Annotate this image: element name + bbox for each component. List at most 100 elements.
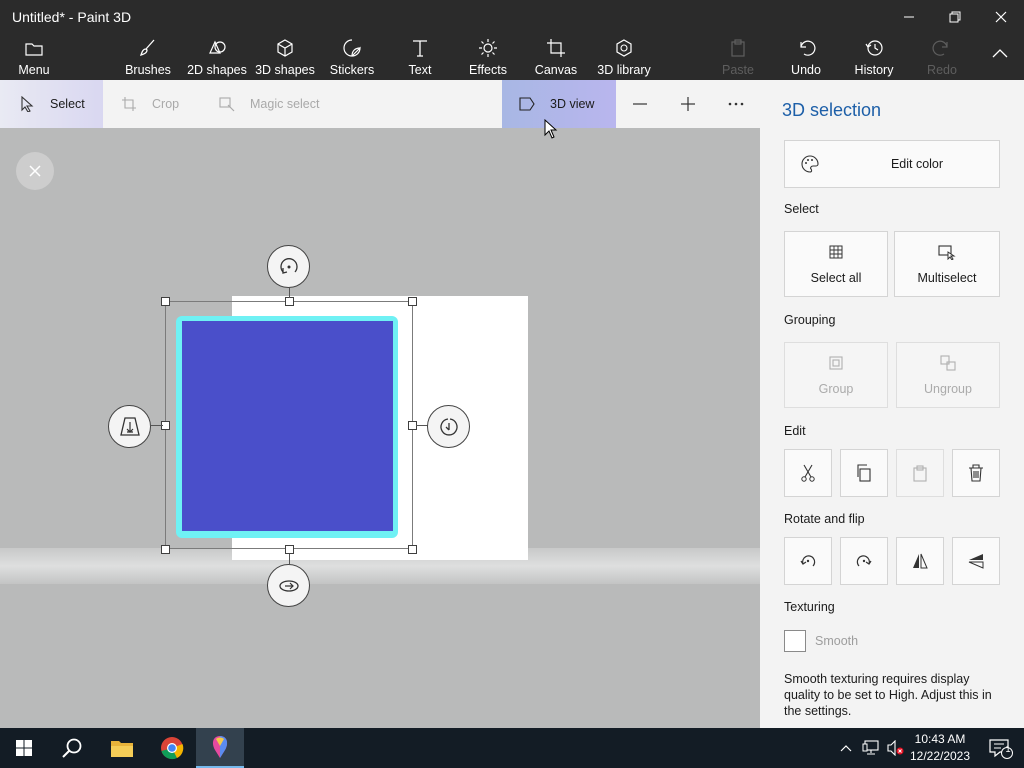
clock-date: 12/22/2023 — [909, 749, 971, 763]
panel-title: 3D selection — [782, 100, 882, 120]
rotate-vertical-icon — [439, 417, 458, 436]
library-3d-button[interactable]: 3D library — [596, 34, 652, 80]
crop-tool[interactable]: Crop — [120, 80, 200, 128]
paint-3d-icon — [212, 736, 228, 758]
redo-button[interactable]: Redo — [924, 34, 960, 80]
zoom-in-button[interactable] — [676, 80, 700, 128]
shapes-2d-label: 2D shapes — [187, 63, 247, 77]
ungroup-icon — [939, 354, 957, 372]
windows-logo-icon — [16, 740, 32, 756]
magic-select-tool[interactable]: Magic select — [218, 80, 338, 128]
notification-count: 1 — [1005, 744, 1011, 754]
edit-color-button[interactable]: Edit color — [784, 140, 1000, 188]
start-button[interactable] — [0, 728, 48, 768]
resize-handle-bottom[interactable] — [285, 545, 294, 554]
select-label: Select — [50, 97, 85, 111]
crop-icon — [120, 95, 138, 113]
edit-color-label: Edit color — [890, 157, 944, 171]
undo-label: Undo — [791, 63, 821, 77]
collapse-ribbon-button[interactable] — [986, 34, 1014, 80]
group-button[interactable]: Group — [784, 342, 888, 408]
select-all-button[interactable]: Select all — [784, 231, 888, 297]
resize-handle-bottom-right[interactable] — [408, 545, 417, 554]
plus-icon — [681, 97, 695, 111]
brushes-button[interactable]: Brushes — [122, 34, 174, 80]
menu-button[interactable]: Menu — [12, 34, 56, 80]
effects-label: Effects — [469, 63, 507, 77]
volume-muted-icon — [887, 740, 904, 756]
rotate-horizontal-icon — [278, 579, 299, 592]
minimize-button[interactable] — [886, 0, 932, 34]
file-explorer-icon — [111, 741, 133, 757]
canvas-button[interactable]: Canvas — [534, 34, 578, 80]
file-explorer-button[interactable] — [98, 728, 146, 768]
search-button[interactable] — [48, 728, 96, 768]
multiselect-button[interactable]: Multiselect — [894, 231, 1000, 297]
paint-3d-taskbar-button[interactable] — [196, 728, 244, 768]
multiselect-label: Multiselect — [917, 271, 977, 285]
stickers-button[interactable]: Stickers — [328, 34, 376, 80]
clipboard-icon — [727, 38, 749, 58]
ungroup-button[interactable]: Ungroup — [896, 342, 1000, 408]
redo-label: Redo — [927, 63, 957, 77]
text-icon — [409, 38, 431, 58]
cut-button[interactable] — [784, 449, 832, 497]
view-3d-toggle[interactable]: 3D view — [502, 80, 616, 128]
flip-horizontal-button[interactable] — [896, 537, 944, 585]
resize-handle-top-right[interactable] — [408, 297, 417, 306]
gizmo-connector-left — [151, 425, 163, 426]
rotate-z-gizmo[interactable] — [267, 245, 310, 288]
smooth-checkbox[interactable] — [784, 630, 806, 652]
sticker-icon — [341, 38, 363, 58]
selection-toolbar: Select Crop Magic select 3D view — [0, 80, 760, 128]
paste-panel-button[interactable] — [896, 449, 944, 497]
texturing-heading: Texturing — [784, 600, 835, 614]
volume-button[interactable] — [884, 728, 908, 768]
show-hidden-icons-button[interactable] — [834, 728, 858, 768]
rotate-right-button[interactable] — [840, 537, 888, 585]
rotate-right-icon — [856, 555, 872, 567]
history-button[interactable]: History — [852, 34, 896, 80]
undo-button[interactable]: Undo — [788, 34, 824, 80]
cube-icon — [274, 38, 296, 58]
redo-icon — [931, 38, 953, 58]
restore-button[interactable] — [932, 0, 978, 34]
texturing-note: Smooth texturing requires display qualit… — [784, 672, 992, 718]
copy-button[interactable] — [840, 449, 888, 497]
depth-gizmo[interactable] — [108, 405, 151, 448]
flip-vertical-button[interactable] — [952, 537, 1000, 585]
workspace-canvas[interactable] — [0, 128, 760, 728]
delete-button[interactable] — [952, 449, 1000, 497]
rotate-y-gizmo[interactable] — [427, 405, 470, 448]
shapes-3d-button[interactable]: 3D shapes — [254, 34, 316, 80]
magic-select-icon — [218, 95, 236, 113]
action-center-button[interactable]: 1 — [976, 728, 1024, 768]
zoom-out-button[interactable] — [628, 80, 652, 128]
gizmo-connector-bottom — [289, 554, 290, 564]
text-button[interactable]: Text — [402, 34, 438, 80]
paste-icon — [913, 465, 927, 482]
close-selection-button[interactable] — [16, 152, 54, 190]
shapes-2d-button[interactable]: 2D shapes — [186, 34, 248, 80]
magic-select-label: Magic select — [250, 97, 320, 111]
text-label: Text — [408, 63, 432, 77]
close-window-button[interactable] — [978, 0, 1024, 34]
rotate-left-button[interactable] — [784, 537, 832, 585]
resize-handle-bottom-left[interactable] — [161, 545, 170, 554]
select-tool[interactable]: Select — [0, 80, 103, 128]
paste-button[interactable]: Paste — [720, 34, 756, 80]
more-options-button[interactable] — [724, 80, 748, 128]
effects-button[interactable]: Effects — [466, 34, 510, 80]
close-icon — [29, 165, 41, 177]
depth-icon — [119, 416, 140, 436]
chrome-button[interactable] — [148, 728, 196, 768]
smooth-label: Smooth — [815, 634, 859, 648]
folder-icon — [23, 38, 45, 58]
flip-horizontal-icon — [913, 553, 928, 569]
trash-icon — [969, 464, 983, 482]
resize-handle-top-left[interactable] — [161, 297, 170, 306]
network-button[interactable] — [858, 728, 884, 768]
resize-handle-top[interactable] — [285, 297, 294, 306]
rotate-x-gizmo[interactable] — [267, 564, 310, 607]
system-clock[interactable]: 10:43 AM 12/22/2023 — [906, 731, 974, 765]
